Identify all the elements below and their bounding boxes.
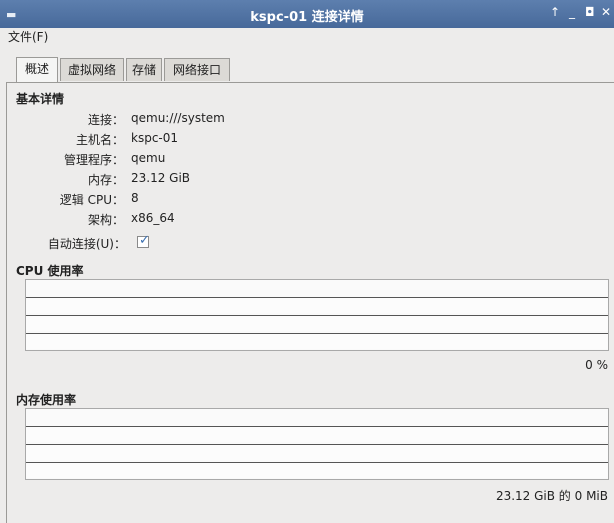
autoconnect-label: 自动连接(U)： xyxy=(47,237,126,251)
memory-usage-graph xyxy=(25,408,609,480)
autoconnect-checkbox[interactable]: ✓ xyxy=(137,233,150,248)
checkmark-icon: ✓ xyxy=(139,233,150,248)
connection-value: qemu:///system xyxy=(131,111,225,125)
hypervisor-value: qemu xyxy=(131,151,166,165)
memory-label: 内存： xyxy=(87,173,124,187)
architecture-label: 架构： xyxy=(87,213,124,227)
hypervisor-label: 管理程序： xyxy=(63,153,124,167)
tab-overview[interactable]: 概述 xyxy=(16,57,58,82)
cpu-usage-title: CPU 使用率 xyxy=(16,264,84,278)
hostname-label: 主机名： xyxy=(75,133,124,147)
logical-cpu-label: 逻辑 CPU： xyxy=(59,193,124,207)
maximize-icon[interactable]: ◘ xyxy=(585,5,595,19)
window-title: kspc-01 连接详情 xyxy=(250,10,364,25)
file-menu[interactable]: 文件(F) xyxy=(8,28,48,45)
tab-network-interfaces[interactable]: 网络接口 xyxy=(164,58,230,81)
cpu-usage-graph xyxy=(25,279,609,351)
connection-label: 连接： xyxy=(87,113,124,127)
basic-details-title: 基本详情 xyxy=(16,92,65,106)
title-bar: ▬ kspc-01 连接详情 ↑ _ ◘ ✕ xyxy=(0,0,614,28)
hostname-value: kspc-01 xyxy=(131,131,179,145)
keep-above-icon[interactable]: ↑ xyxy=(550,5,560,19)
menu-bar: 文件(F) xyxy=(0,28,614,50)
logical-cpu-value: 8 xyxy=(131,191,139,205)
memory-usage-readout: 23.12 GiB 的 0 MiB xyxy=(495,489,608,503)
tab-storage[interactable]: 存储 xyxy=(126,58,162,81)
cpu-usage-readout: 0 % xyxy=(585,358,608,372)
close-icon[interactable]: ✕ xyxy=(601,5,611,19)
architecture-value: x86_64 xyxy=(131,211,175,225)
memory-usage-title: 内存使用率 xyxy=(16,393,77,407)
memory-value: 23.12 GiB xyxy=(131,171,191,185)
tab-virtual-networks[interactable]: 虚拟网络 xyxy=(60,58,124,81)
minimize-icon[interactable]: _ xyxy=(569,5,575,19)
